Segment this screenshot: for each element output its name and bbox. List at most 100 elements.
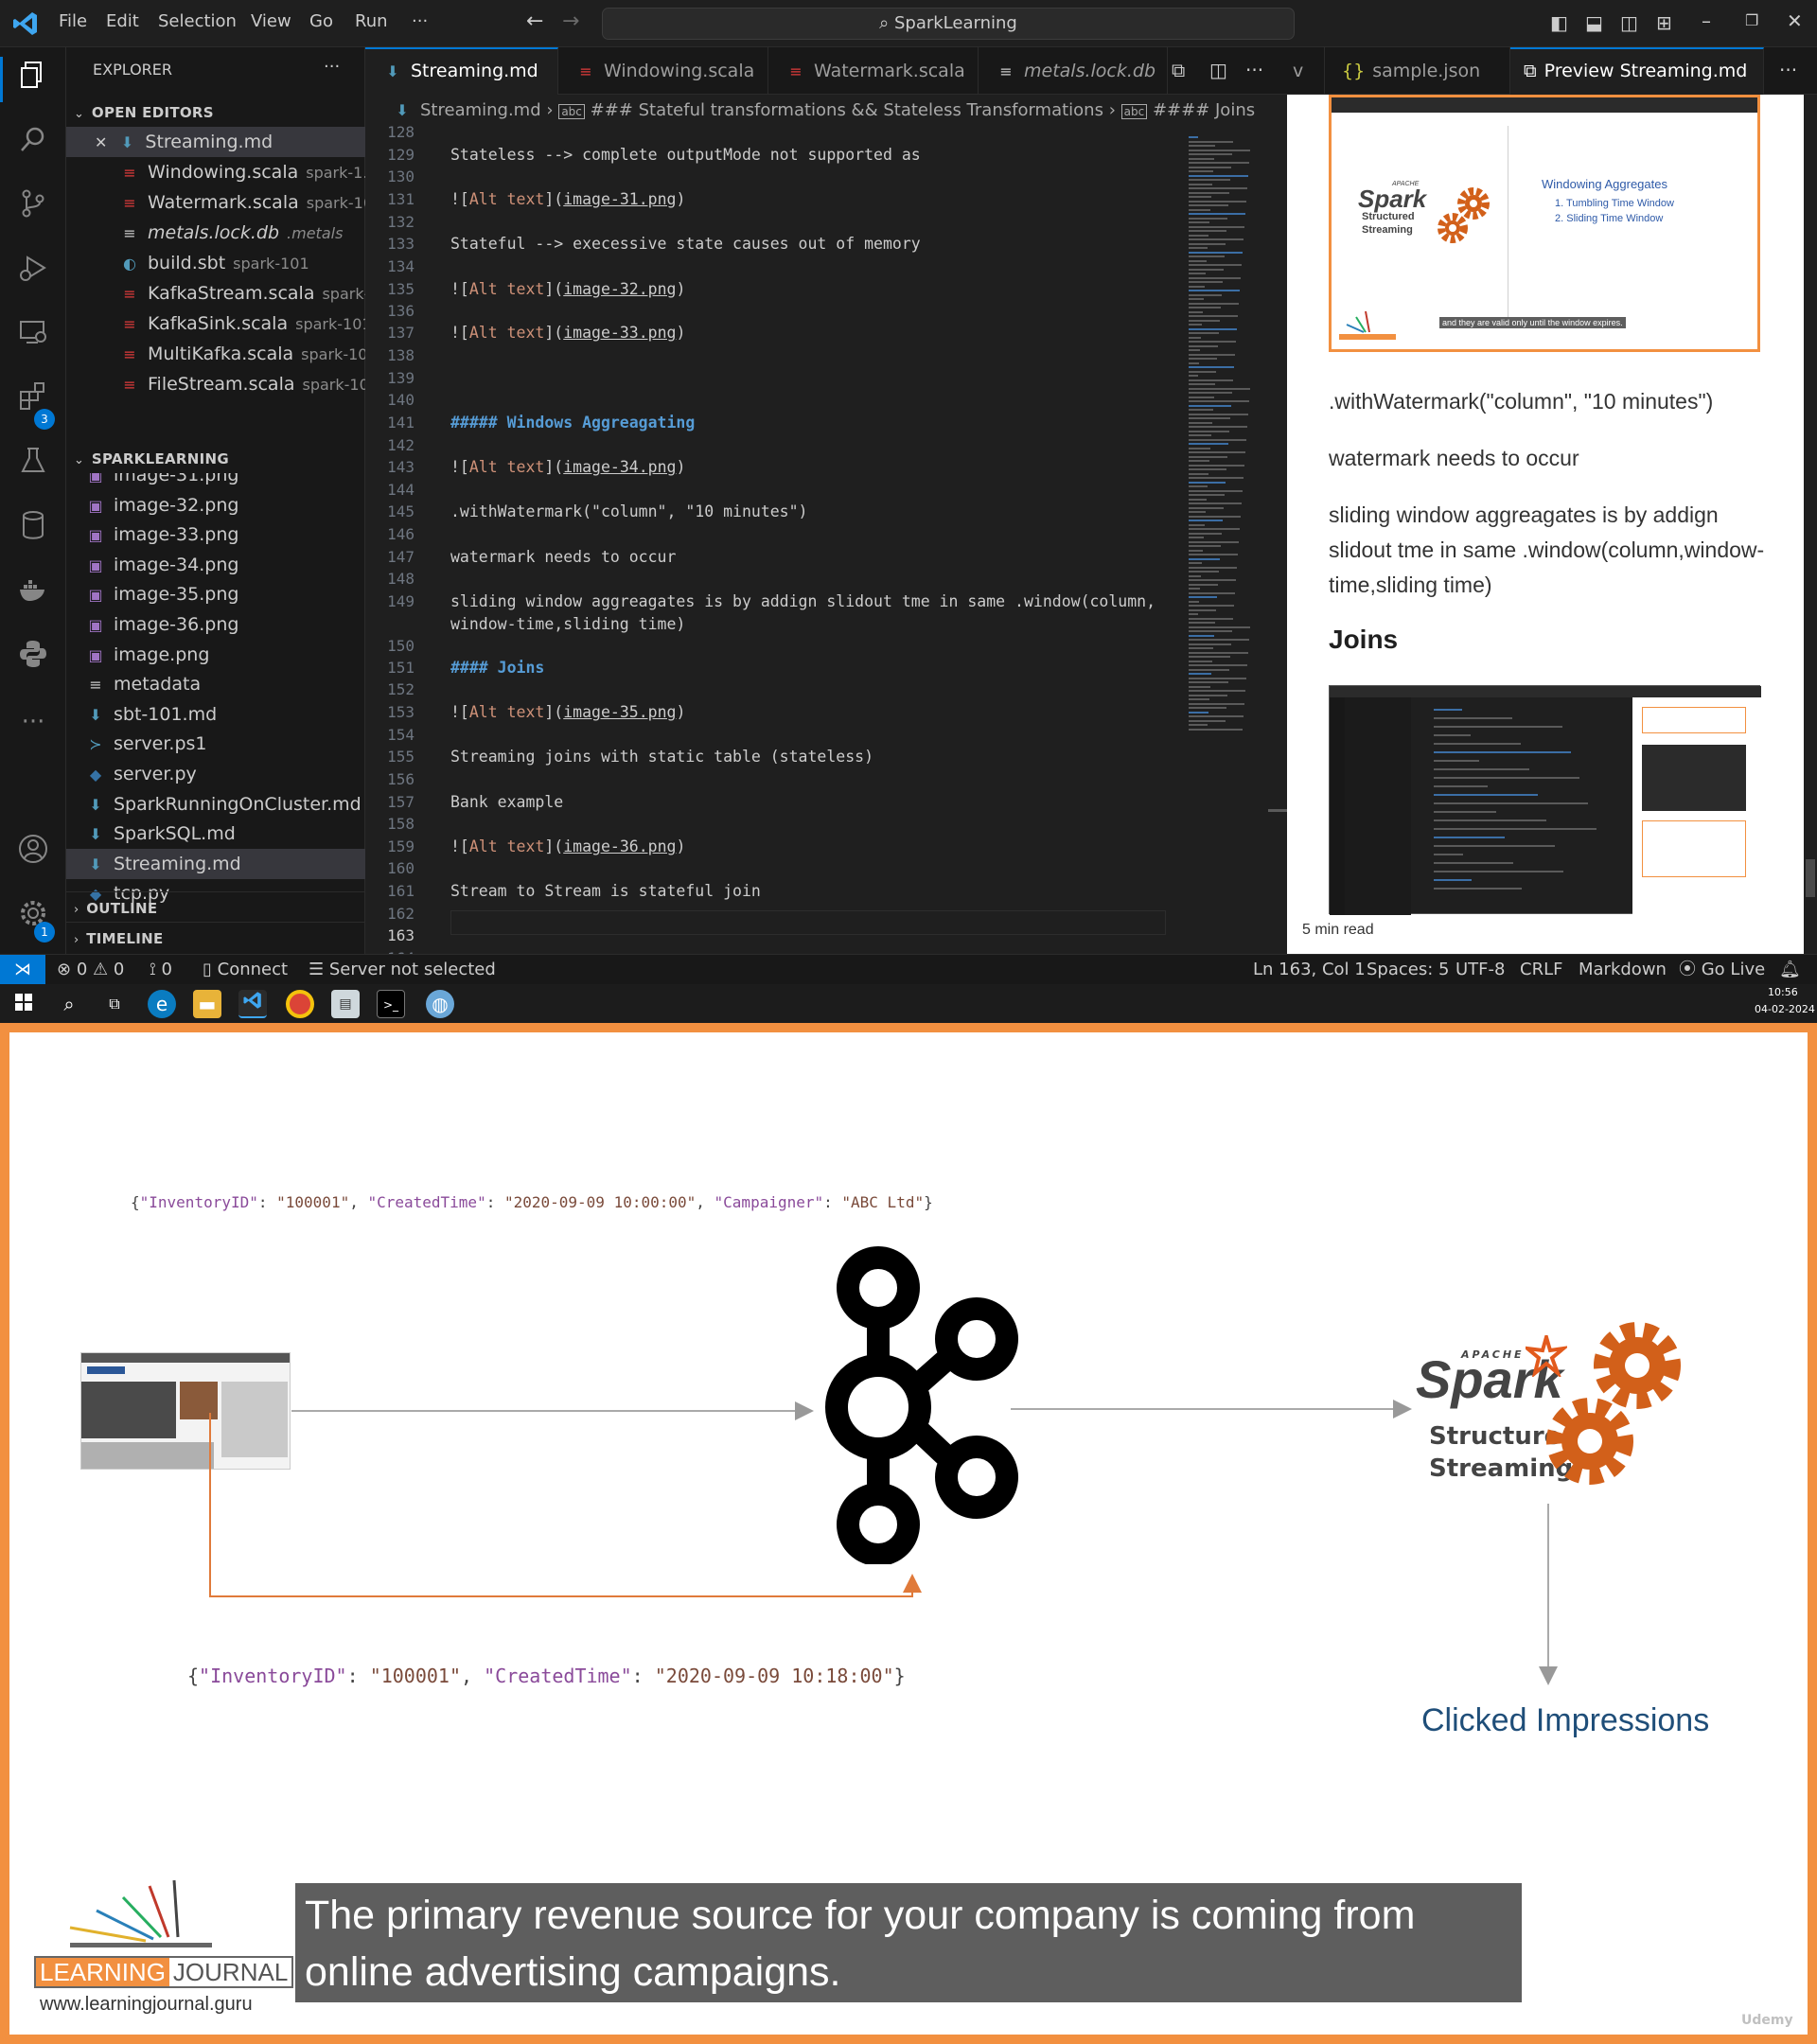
server-status[interactable]: ☰ Server not selected [309, 955, 496, 985]
image-link[interactable]: image-34.png [563, 458, 676, 476]
minimap[interactable] [1183, 127, 1278, 954]
breadcrumb-file[interactable]: Streaming.md [420, 100, 541, 120]
file-tree-item[interactable]: ⬇ Streaming.md [66, 848, 365, 879]
split-editor-icon[interactable]: ◫ [1209, 59, 1227, 81]
file-tree-item[interactable]: ▣ image.png [66, 640, 365, 670]
file-tree-item[interactable]: ▣ image-35.png [66, 579, 365, 609]
file-tree-item[interactable]: ▣ image-32.png [66, 490, 365, 520]
testing-icon[interactable] [13, 445, 53, 485]
restore-icon[interactable]: ❐ [1745, 11, 1758, 29]
image-link[interactable]: image-32.png [563, 280, 676, 298]
menu-edit[interactable]: Edit [106, 11, 139, 31]
notifications-bell-icon[interactable]: 🔔︎ [1779, 955, 1801, 985]
encoding[interactable]: UTF-8 [1455, 955, 1505, 985]
ports-indicator[interactable]: ⟟ 0 [150, 955, 172, 985]
tab-streaming-md[interactable]: ⬇Streaming.md ✕ [365, 47, 558, 95]
open-editors-header[interactable]: ⌄ OPEN EDITORS [66, 97, 365, 127]
image-link[interactable]: image-33.png [563, 324, 676, 342]
source-control-icon[interactable] [13, 187, 53, 227]
chrome-icon[interactable] [286, 990, 314, 1018]
editor-scrollbar-thumb[interactable] [1268, 809, 1287, 812]
menu-run[interactable]: Run [355, 11, 388, 31]
run-debug-icon[interactable] [13, 252, 53, 291]
app-icon[interactable]: ▤ [331, 990, 360, 1018]
file-tree-item[interactable]: ≡ metadata [66, 669, 365, 699]
open-editor-item[interactable]: ≡ KafkaSink.scala spark-101... [66, 308, 365, 339]
file-tree-item[interactable]: ▣ image-33.png [66, 520, 365, 550]
open-editor-item[interactable]: ≡ Windowing.scala spark-1... [66, 157, 365, 187]
go-live-button[interactable]: ⦿ Go Live [1679, 955, 1765, 985]
forward-arrow-icon[interactable]: → [562, 9, 579, 33]
menu-file[interactable]: File [59, 11, 87, 31]
preview-scrollbar[interactable] [1804, 95, 1817, 954]
tab-preview-streaming[interactable]: ⧉ Preview Streaming.md ✕ [1510, 47, 1764, 95]
folder-header[interactable]: ⌄ SPARKLEARNING [66, 443, 365, 473]
file-tree-item[interactable]: ≻ server.ps1 [66, 729, 365, 759]
python-icon[interactable] [13, 638, 53, 678]
tab-metals-lock-db[interactable]: ≡ metals.lock.db [979, 47, 1168, 95]
file-tree-item[interactable]: ⬇ sbt-101.md [66, 699, 365, 730]
open-editor-item[interactable]: ≡ FileStream.scala spark-10... [66, 369, 365, 399]
connect-button[interactable]: ▯ Connect [203, 955, 288, 985]
image-link[interactable]: image-35.png [563, 703, 676, 721]
file-tree-item[interactable]: ◆ server.py [66, 759, 365, 789]
open-editor-item[interactable]: ✕ ⬇ Streaming.md [66, 127, 365, 157]
accounts-icon[interactable] [13, 833, 53, 872]
cursor-position[interactable]: Ln 163, Col 1 [1253, 955, 1366, 985]
open-editor-item[interactable]: ≡ MultiKafka.scala spark-10... [66, 339, 365, 369]
close-icon[interactable]: ✕ [95, 133, 107, 151]
edge-browser-icon[interactable]: e [148, 990, 176, 1018]
docker-icon[interactable] [13, 573, 53, 613]
terminal-icon[interactable]: >_ [377, 990, 405, 1018]
file-tree-item[interactable]: ⬇ SparkSQL.md [66, 819, 365, 849]
clock-date[interactable]: 04-02-2024 [1755, 1003, 1815, 1015]
search-view-icon[interactable] [13, 123, 53, 163]
menu-view[interactable]: View [251, 11, 291, 31]
minimize-icon[interactable]: – [1702, 9, 1711, 32]
remote-explorer-icon[interactable] [13, 316, 53, 356]
tab-close-icon[interactable]: ✕ [1762, 61, 1763, 81]
close-icon[interactable]: ✕ [1787, 9, 1803, 32]
outline-header[interactable]: › OUTLINE [66, 891, 365, 922]
app-globe-icon[interactable]: ◍ [426, 990, 454, 1018]
taskbar-search-icon[interactable]: ⌕ [55, 990, 83, 1018]
open-editor-item[interactable]: ≡ metals.lock.db .metals [66, 218, 365, 248]
file-explorer-icon[interactable]: ▬ [193, 990, 221, 1018]
tab-sample-json[interactable]: {} sample.json [1325, 47, 1510, 95]
database-icon[interactable] [13, 509, 53, 549]
menu-go[interactable]: Go [309, 11, 333, 31]
toggle-primary-sidebar-icon[interactable]: ◧ [1550, 11, 1568, 34]
more-views-icon[interactable]: ··· [13, 702, 53, 742]
problems-indicator[interactable]: ⊗ 0 ⚠ 0 [57, 955, 124, 985]
timeline-header[interactable]: › TIMELINE [66, 922, 365, 952]
command-center[interactable]: ⌕ SparkLearning [602, 8, 1295, 40]
vscode-taskbar-icon[interactable] [238, 990, 267, 1018]
image-link[interactable]: image-36.png [563, 837, 676, 855]
breadcrumb-h4[interactable]: #### Joins [1153, 100, 1255, 120]
open-preview-icon[interactable]: ⧉ [1172, 59, 1185, 81]
open-editor-item[interactable]: ≡ KafkaStream.scala spark-... [66, 278, 365, 308]
toggle-panel-icon[interactable]: ⬓ [1585, 11, 1603, 34]
file-tree-item[interactable]: ▣ image-34.png [66, 550, 365, 580]
tab-truncated[interactable]: v [1287, 47, 1325, 95]
explorer-icon[interactable] [13, 59, 53, 98]
line-ending[interactable]: CRLF [1520, 955, 1562, 985]
file-tree-item[interactable]: ▣ image-36.png [66, 609, 365, 640]
image-link[interactable]: image-31.png [563, 190, 676, 208]
open-editor-item[interactable]: ◐ build.sbt spark-101 [66, 248, 365, 278]
tab-watermark-scala[interactable]: ≡ Watermark.scala [768, 47, 979, 95]
menu-more[interactable]: ··· [412, 11, 428, 31]
preview-scroll-thumb[interactable] [1806, 859, 1815, 897]
tab-windowing-scala[interactable]: ≡ Windowing.scala [558, 47, 768, 95]
preview-more-icon[interactable]: ··· [1779, 59, 1797, 81]
open-editor-item[interactable]: ≡ Watermark.scala spark-10... [66, 187, 365, 218]
back-arrow-icon[interactable]: ← [526, 9, 543, 33]
explorer-more-icon[interactable]: ··· [324, 57, 340, 77]
file-tree-item[interactable]: ⬇ SparkRunningOnCluster.md [66, 789, 365, 819]
menu-selection[interactable]: Selection [158, 11, 237, 31]
code-editor[interactable]: 128 129 Stateless --> complete outputMode … [365, 123, 1287, 967]
editor-more-icon[interactable]: ··· [1245, 59, 1263, 81]
indentation[interactable]: Spaces: 5 [1367, 955, 1449, 985]
file-tree-item[interactable]: ▣ image-31.png [66, 473, 365, 490]
remote-indicator-icon[interactable]: ⋊ [0, 955, 45, 985]
